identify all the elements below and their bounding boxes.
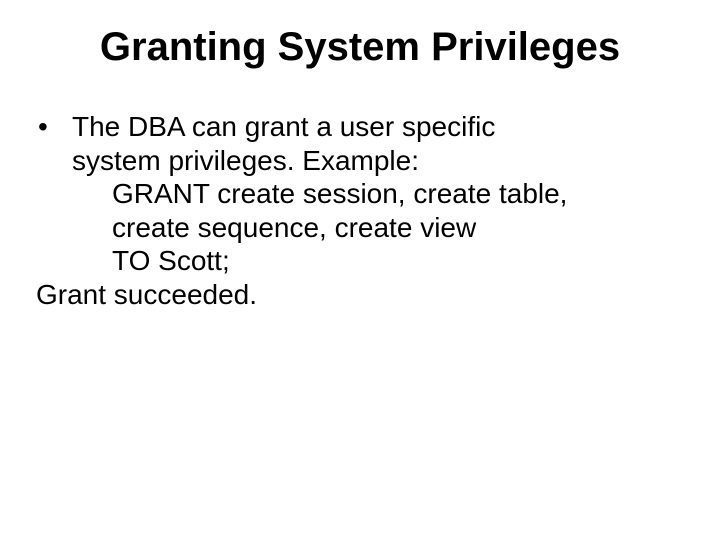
code-line-3: TO Scott; (36, 244, 684, 278)
bullet-dot-icon: • (36, 110, 72, 144)
result-line: Grant succeeded. (36, 278, 684, 312)
slide: Granting System Privileges • The DBA can… (0, 0, 720, 540)
code-line-2: create sequence, create view (36, 211, 684, 245)
bullet-line-1: The DBA can grant a user specific (72, 111, 495, 142)
bullet-line-2: system privileges. Example: (72, 145, 419, 176)
slide-title: Granting System Privileges (36, 24, 684, 70)
slide-body: • The DBA can grant a user specific syst… (36, 110, 684, 312)
bullet-item: • The DBA can grant a user specific syst… (36, 110, 684, 177)
bullet-text: The DBA can grant a user specific system… (72, 110, 684, 177)
code-line-1: GRANT create session, create table, (36, 177, 684, 211)
